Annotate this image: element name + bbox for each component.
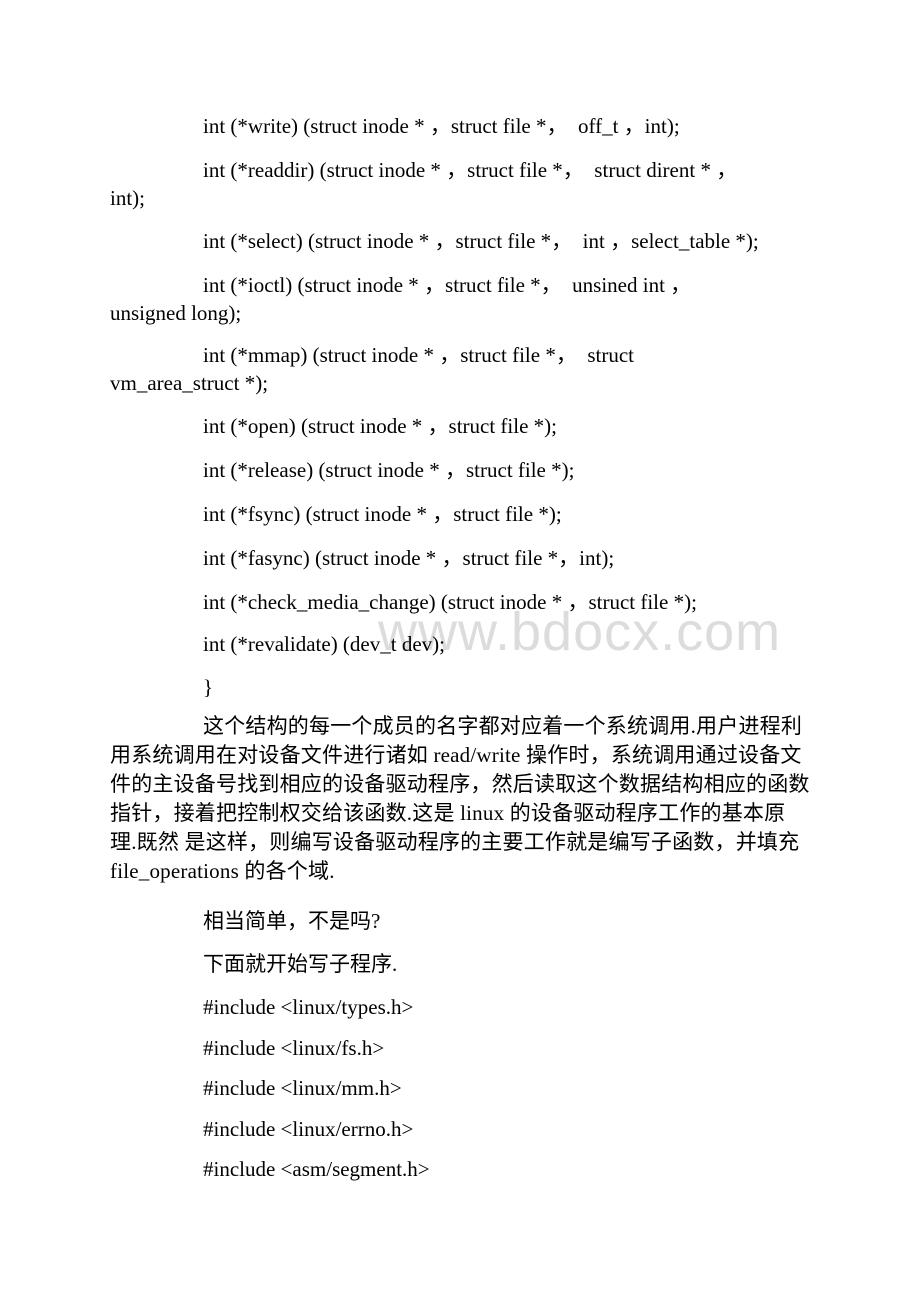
code-line-release: int (*release) (struct inode * ，struct f… (203, 458, 575, 482)
code-line-ioctl-cont: unsigned long); (110, 301, 242, 325)
code-line-readdir: int (*readdir) (struct inode * ，struct f… (203, 158, 738, 182)
code-line-mmap-cont: vm_area_struct *); (110, 371, 269, 395)
question-line: 相当简单，不是吗? (203, 909, 381, 933)
code-line-fsync: int (*fsync) (struct inode * ，struct fil… (203, 502, 562, 526)
code-line-check-media-change: int (*check_media_change) (struct inode … (203, 590, 697, 614)
code-line-fasync: int (*fasync) (struct inode * ，struct fi… (203, 546, 615, 570)
include-line: #include <linux/errno.h> (203, 1117, 414, 1141)
include-line: #include <asm/segment.h> (203, 1157, 430, 1181)
include-line: #include <linux/mm.h> (203, 1076, 402, 1100)
intro-line: 下面就开始写子程序. (203, 952, 398, 976)
code-line-mmap: int (*mmap) (struct inode * ，struct file… (203, 343, 634, 367)
code-line-select: int (*select) (struct inode * ，struct fi… (203, 229, 759, 253)
closing-brace: } (203, 675, 214, 699)
explanation-paragraph: 这个结构的每一个成员的名字都对应着一个系统调用.用户进程利用系统调用在对设备文件… (110, 714, 810, 883)
document-page: www.bdocx.com int (*write) (struct inode… (0, 0, 920, 1302)
code-line-readdir-cont: int); (110, 186, 145, 210)
include-line: #include <linux/types.h> (203, 995, 414, 1019)
code-line-revalidate: int (*revalidate) (dev_t dev); (203, 632, 445, 656)
code-line-open: int (*open) (struct inode * ，struct file… (203, 414, 557, 438)
include-line: #include <linux/fs.h> (203, 1036, 385, 1060)
code-line-ioctl: int (*ioctl) (struct inode * ，struct fil… (203, 273, 692, 297)
code-line-write: int (*write) (struct inode * ，struct fil… (203, 114, 680, 138)
